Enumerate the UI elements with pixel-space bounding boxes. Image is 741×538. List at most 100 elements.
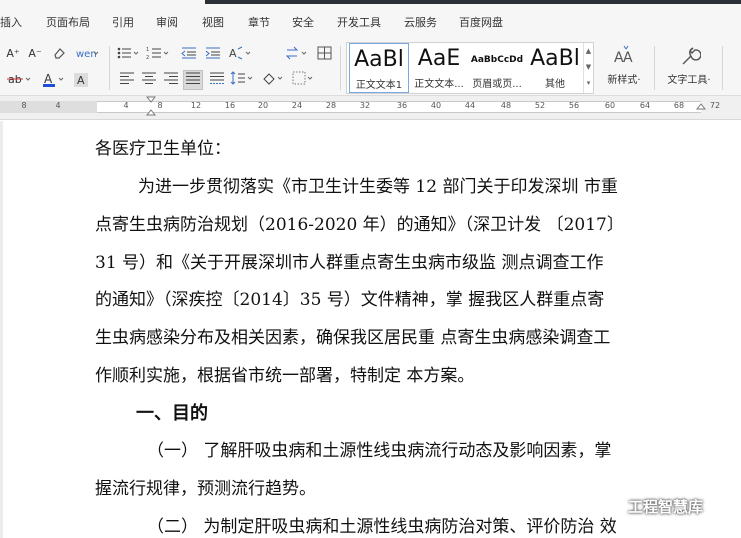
ribbon: A⁺ A⁻ wen ab A A 12 A AaBl 正文文本1 AaE 正文文… xyxy=(0,40,741,96)
svg-text:A: A xyxy=(229,47,237,60)
svg-text:2: 2 xyxy=(146,55,149,60)
list-item-line: 握流行规律，预测流行趋势。 xyxy=(95,479,316,499)
style-name: 其他 xyxy=(545,79,565,90)
svg-text:A: A xyxy=(44,72,53,86)
ruler-number: 56 xyxy=(568,101,580,110)
style-sample: AaBl xyxy=(530,46,580,71)
ruler-number: 60 xyxy=(604,101,616,110)
ruler-number: 20 xyxy=(257,101,269,110)
watermark-text: 工程智慧库 xyxy=(628,497,704,516)
ruler-number: 44 xyxy=(464,101,476,110)
new-style-button[interactable]: AA 新样式· xyxy=(598,44,650,88)
justify-icon[interactable] xyxy=(183,70,203,90)
ruler-number: 32 xyxy=(359,101,371,110)
strikethrough-icon[interactable]: ab xyxy=(6,72,34,90)
style-sample: AaBl xyxy=(354,47,404,72)
table-grid-icon[interactable] xyxy=(316,46,334,64)
distributed-align-icon[interactable] xyxy=(208,71,226,89)
style-sample: AaE xyxy=(417,46,461,71)
pinyin-guide-icon[interactable]: wen xyxy=(74,46,100,64)
title-strip xyxy=(205,0,741,4)
ruler-number: 40 xyxy=(430,101,442,110)
style-body-text-1[interactable]: AaBl 正文文本1 xyxy=(349,43,409,93)
chinese-layout-icon[interactable]: A xyxy=(228,46,254,64)
ruler-number: 68 xyxy=(673,101,685,110)
menu-chapter[interactable]: 章节 xyxy=(248,14,270,30)
paragraph-line: 的通知》（深疾控〔2014〕35 号）文件精神，掌 握我区人群重点寄 xyxy=(95,290,605,310)
menu-security[interactable]: 安全 xyxy=(292,14,314,30)
right-indent-marker-icon[interactable] xyxy=(696,100,706,114)
list-item-line: （二） 为制定肝吸虫病和土源性线虫病防治对策、评价防治 效 xyxy=(147,517,617,537)
font-shrink-icon[interactable]: A⁻ xyxy=(26,46,44,64)
ruler-number: 12 xyxy=(190,101,202,110)
salutation-line: 各医疗卫生单位： xyxy=(95,139,231,159)
menu-references[interactable]: 引用 xyxy=(112,14,134,30)
ribbon-separator xyxy=(654,46,655,90)
svg-text:A: A xyxy=(623,50,633,66)
style-sample: AaBbCcDd xyxy=(470,55,524,65)
list-item-line: （一） 了解肝吸虫病和土源性线虫病流行动态及影响因素，掌 xyxy=(147,441,612,461)
style-name: 页眉或页... xyxy=(472,79,522,90)
section-heading: 一、目的 xyxy=(136,403,208,424)
text-tools-label: 文字工具· xyxy=(667,75,711,86)
chevron-up-icon[interactable]: ▲ xyxy=(584,43,593,59)
line-spacing-icon[interactable] xyxy=(230,71,254,89)
paragraph-line: 生虫病感染分布及相关因素，确保我区居民重 点寄生虫病感染调查工 xyxy=(95,328,611,348)
numbered-list-icon[interactable]: 12 xyxy=(146,46,170,64)
increase-indent-icon[interactable] xyxy=(204,46,222,64)
style-gallery-scroll[interactable]: ▲ ▼ ▾ xyxy=(583,43,593,93)
new-style-label: 新样式· xyxy=(607,75,641,86)
menu-page-layout[interactable]: 页面布局 xyxy=(46,14,90,30)
ruler-number: 8 xyxy=(21,101,27,110)
clear-format-icon[interactable] xyxy=(50,46,68,64)
style-gallery: AaBl 正文文本1 AaE 正文文本... AaBbCcDd 页眉或页... … xyxy=(346,42,594,94)
paragraph-line: 作顺利实施，根据省市统一部署，特制定 本方案。 xyxy=(95,366,475,386)
horizontal-ruler[interactable]: 8 4 4 8 12 16 20 24 28 32 36 40 44 48 52… xyxy=(0,96,741,120)
text-tools-button[interactable]: 文字工具· xyxy=(660,44,718,88)
menu-baidu-netdisk[interactable]: 百度网盘 xyxy=(459,14,503,30)
align-right-icon[interactable] xyxy=(162,71,180,89)
ruler-number: 4 xyxy=(123,101,129,110)
style-header[interactable]: AaBbCcDd 页眉或页... xyxy=(467,43,527,93)
text-direction-icon[interactable] xyxy=(285,46,310,64)
borders-icon[interactable] xyxy=(292,71,316,89)
char-shading-icon[interactable]: A xyxy=(72,72,90,90)
ruler-number: 72 xyxy=(709,101,721,110)
svg-text:wen: wen xyxy=(76,49,97,60)
ribbon-separator xyxy=(109,46,110,90)
ruler-number: 36 xyxy=(396,101,408,110)
decrease-indent-icon[interactable] xyxy=(180,46,198,64)
watermark: 工程智慧库 xyxy=(596,494,703,518)
menu-view[interactable]: 视图 xyxy=(202,14,224,30)
menu-developer[interactable]: 开发工具 xyxy=(337,14,381,30)
new-style-icon: AA xyxy=(598,44,650,74)
menu-insert[interactable]: 插入 xyxy=(0,14,22,30)
shading-fill-icon[interactable] xyxy=(262,71,286,89)
font-color-icon[interactable]: A xyxy=(42,72,68,90)
ruler-number: 24 xyxy=(291,101,303,110)
expand-icon[interactable]: ▾ xyxy=(584,75,593,91)
bullet-list-icon[interactable] xyxy=(116,46,140,64)
menu-bar: 插入 页面布局 引用 审阅 视图 章节 安全 开发工具 云服务 百度网盘 xyxy=(0,0,741,40)
document-page[interactable]: 各医疗卫生单位： 为进一步贯彻落实《市卫生计生委等 12 部门关于印发深圳 市重… xyxy=(0,121,741,538)
style-name: 正文文本1 xyxy=(355,80,403,91)
wechat-icon xyxy=(597,496,623,515)
paragraph-line: 31 号）和《关于开展深圳市人群重点寄生虫病市级监 测点调查工作 xyxy=(95,253,604,273)
ruler-number: 4 xyxy=(55,101,61,110)
font-grow-icon[interactable]: A⁺ xyxy=(4,46,22,64)
ribbon-separator xyxy=(340,46,341,90)
ruler-number: 28 xyxy=(325,101,337,110)
chevron-down-icon[interactable]: ▼ xyxy=(584,59,593,75)
style-body-text-2[interactable]: AaE 正文文本... xyxy=(409,43,469,93)
svg-text:A: A xyxy=(77,74,85,87)
ruler-number: 48 xyxy=(500,101,512,110)
align-center-icon[interactable] xyxy=(140,71,158,89)
menu-cloud[interactable]: 云服务 xyxy=(404,14,437,30)
ruler-number: 16 xyxy=(224,101,236,110)
svg-text:1: 1 xyxy=(146,47,149,53)
style-other[interactable]: AaBl 其他 xyxy=(525,43,585,93)
align-left-icon[interactable] xyxy=(118,71,136,89)
ribbon-separator xyxy=(722,46,723,90)
menu-review[interactable]: 审阅 xyxy=(156,14,178,30)
indent-marker-icon[interactable] xyxy=(146,96,156,118)
